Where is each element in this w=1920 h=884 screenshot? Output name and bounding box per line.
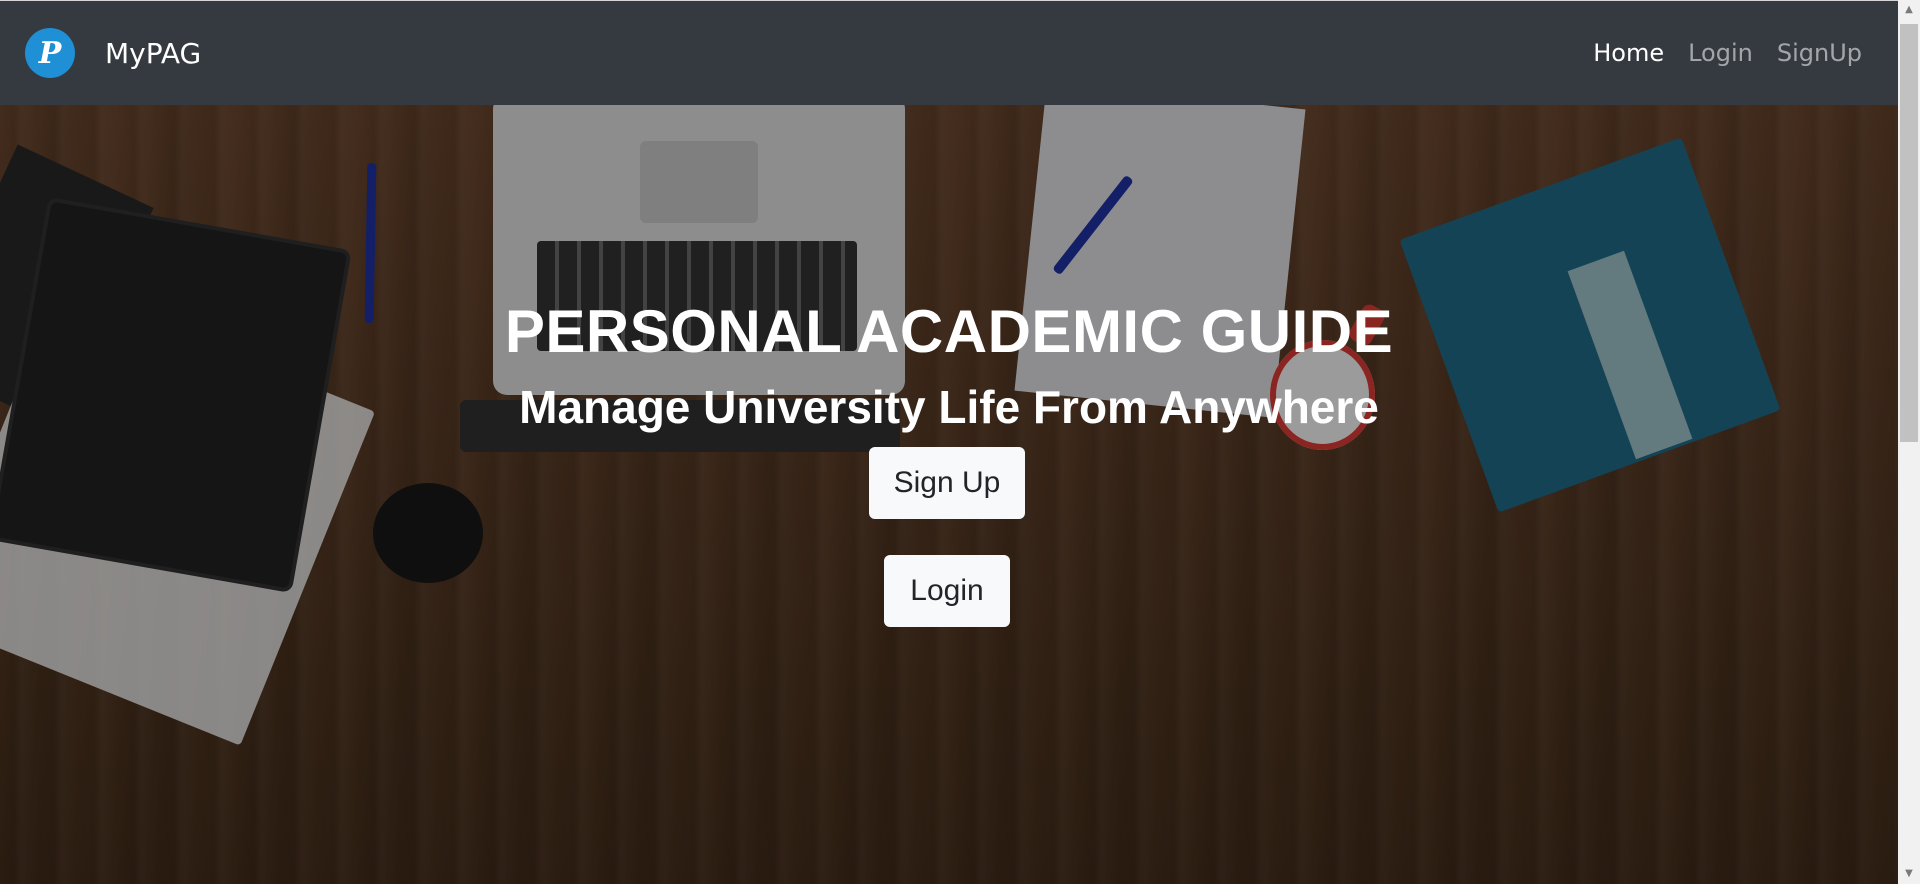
scroll-down-arrow-icon[interactable]: ▼: [1898, 864, 1920, 884]
brand-logo-icon[interactable]: P: [25, 28, 75, 78]
hero-subtitle: Manage University Life From Anywhere: [519, 381, 1379, 433]
signup-button[interactable]: Sign Up: [869, 447, 1025, 519]
vertical-scrollbar[interactable]: ▲ ▼: [1898, 0, 1920, 884]
scrollbar-thumb[interactable]: [1900, 24, 1918, 442]
login-button[interactable]: Login: [884, 555, 1010, 627]
nav-link-home[interactable]: Home: [1593, 39, 1664, 67]
page: P MyPAG Home Login SignUp PERSONAL ACADE…: [0, 0, 1920, 884]
hero-content: PERSONAL ACADEMIC GUIDE Manage Universit…: [0, 105, 1898, 884]
scroll-up-arrow-icon[interactable]: ▲: [1898, 0, 1920, 20]
navbar: P MyPAG Home Login SignUp: [0, 0, 1898, 105]
brand-name[interactable]: MyPAG: [105, 37, 201, 70]
nav-link-login[interactable]: Login: [1688, 39, 1753, 67]
hero-title: PERSONAL ACADEMIC GUIDE: [504, 298, 1394, 365]
hero-section: PERSONAL ACADEMIC GUIDE Manage Universit…: [0, 105, 1898, 884]
nav-links: Home Login SignUp: [1593, 39, 1862, 67]
nav-link-signup[interactable]: SignUp: [1777, 39, 1862, 67]
